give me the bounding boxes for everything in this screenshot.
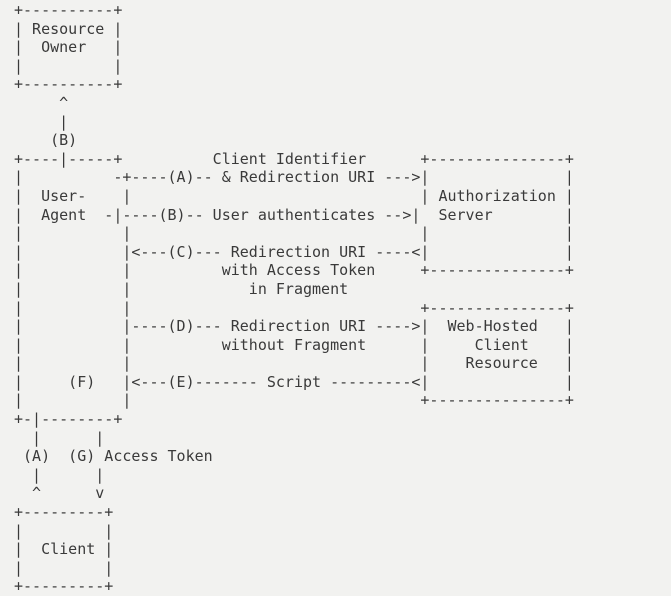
ascii-art-diagram: +----------+ | Resource | | Owner | | | … — [14, 1, 574, 596]
